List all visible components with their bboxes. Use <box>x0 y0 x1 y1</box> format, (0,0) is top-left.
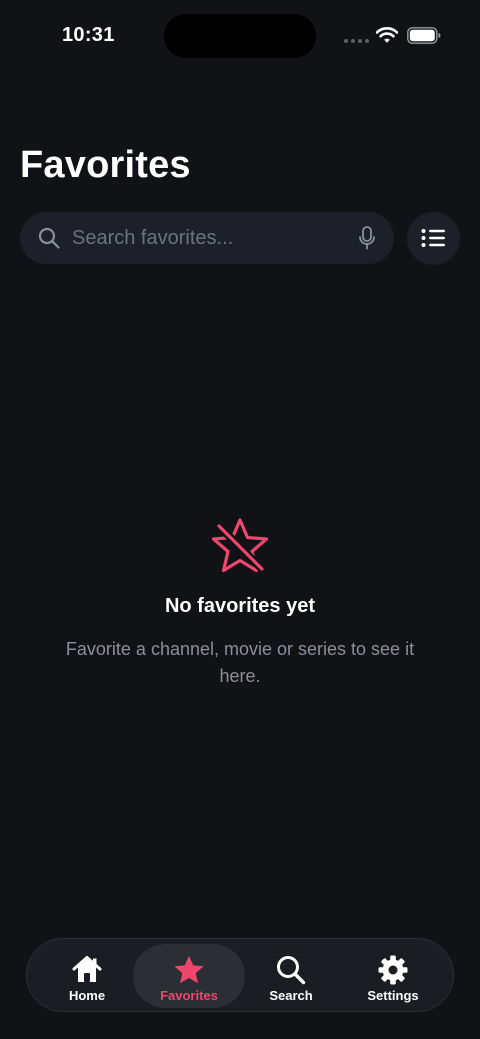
list-icon <box>421 229 445 247</box>
search-icon <box>277 956 306 985</box>
cellular-signal-icon <box>344 39 369 43</box>
tab-favorites[interactable]: Favorites <box>133 944 245 1008</box>
tab-bar: Home Favorites Search Settings <box>26 938 454 1012</box>
microphone-icon[interactable] <box>358 226 376 250</box>
favorites-screen: 10:31 Favorites Search favorites... No f… <box>0 0 480 1039</box>
battery-icon <box>407 27 441 44</box>
search-bar[interactable] <box>20 212 394 264</box>
gear-icon <box>378 955 408 985</box>
tab-search[interactable]: Search <box>239 944 343 1008</box>
tab-label: Search <box>269 988 313 1003</box>
star-off-icon <box>211 518 269 573</box>
search-icon <box>38 227 60 249</box>
star-icon <box>174 956 204 984</box>
tab-label: Favorites <box>160 988 218 1003</box>
empty-state-title: No favorites yet <box>164 595 316 617</box>
wifi-icon <box>376 27 398 43</box>
empty-state-message: Favorite a channel, movie or series to s… <box>65 639 415 686</box>
home-icon <box>72 956 102 982</box>
status-time: 10:31 <box>62 24 115 46</box>
search-input[interactable] <box>72 212 342 264</box>
tab-home[interactable]: Home <box>35 944 139 1008</box>
list-view-button[interactable] <box>407 212 460 265</box>
page-title: Favorites <box>20 144 191 186</box>
tab-settings[interactable]: Settings <box>341 944 445 1008</box>
dynamic-island <box>164 14 316 58</box>
tab-label: Settings <box>367 988 419 1003</box>
tab-label: Home <box>68 988 106 1003</box>
